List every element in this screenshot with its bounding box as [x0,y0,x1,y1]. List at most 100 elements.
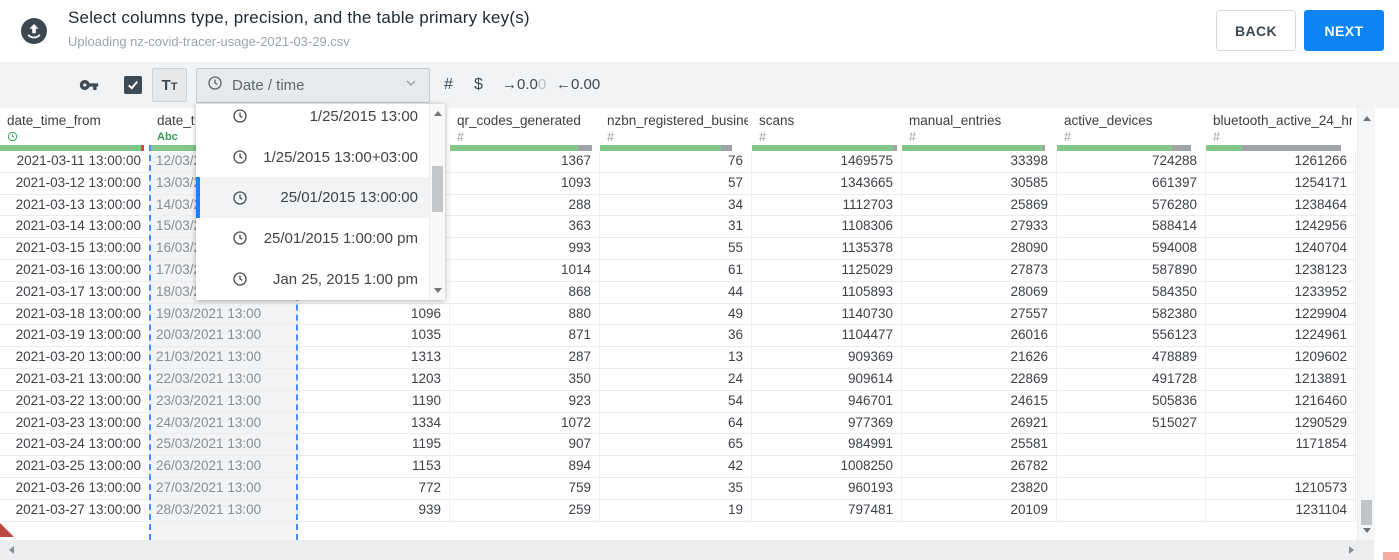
table-cell[interactable]: 25/03/2021 13:00 [150,434,300,456]
table-cell[interactable] [1057,477,1206,499]
table-cell[interactable]: 1135378 [752,238,902,259]
table-cell[interactable]: 22869 [902,368,1057,390]
table-cell[interactable]: 1229904 [1206,303,1356,325]
table-cell[interactable]: 24/03/2021 13:00 [150,412,300,434]
table-cell[interactable]: 57 [600,172,752,194]
decrease-precision-button[interactable]: →0.00 [502,62,546,108]
datetime-format-option[interactable]: 1/25/2015 13:00+03:00 [196,137,430,178]
table-cell[interactable]: 1190 [300,390,450,412]
table-cell[interactable]: 960193 [752,477,902,499]
table-cell[interactable]: 25581 [902,434,1057,456]
table-cell[interactable]: 2021-03-19 13:00:00 [0,325,150,347]
table-cell[interactable]: 2021-03-20 13:00:00 [0,347,150,368]
table-cell[interactable]: 759 [450,477,600,499]
table-cell[interactable]: 1213891 [1206,368,1356,390]
horizontal-scrollbar[interactable] [0,540,1374,560]
table-cell[interactable]: 1469575 [752,151,902,172]
table-cell[interactable]: 363 [450,216,600,238]
table-cell[interactable]: 44 [600,281,752,303]
table-cell[interactable]: 576280 [1057,194,1206,216]
table-cell[interactable]: 1014 [450,259,600,281]
text-type-button[interactable]: TT [152,68,187,102]
table-cell[interactable] [1057,456,1206,477]
table-cell[interactable]: 2021-03-27 13:00:00 [0,499,150,521]
table-cell[interactable]: 1231104 [1206,499,1356,521]
datetime-format-option[interactable]: 1/25/2015 13:00 [196,104,430,137]
datetime-format-option[interactable]: 25/01/2015 13:00:00 [196,177,430,219]
table-cell[interactable]: 1072 [450,412,600,434]
table-cell[interactable]: 515027 [1057,412,1206,434]
table-cell[interactable]: 923 [450,390,600,412]
table-cell[interactable]: 42 [600,456,752,477]
table-cell[interactable]: 909369 [752,347,902,368]
table-cell[interactable]: 1093 [450,172,600,194]
table-cell[interactable]: 491728 [1057,368,1206,390]
vertical-scrollbar-thumb[interactable] [1361,500,1372,525]
table-cell[interactable]: 28069 [902,281,1057,303]
table-cell[interactable]: 1096 [300,303,450,325]
column-header-nzbn_registered_busine[interactable]: nzbn_registered_busine # [600,108,752,145]
table-cell[interactable]: 350 [450,368,600,390]
table-cell[interactable]: 19/03/2021 13:00 [150,303,300,325]
table-cell[interactable]: 661397 [1057,172,1206,194]
table-cell[interactable]: 1238464 [1206,194,1356,216]
table-cell[interactable]: 993 [450,238,600,259]
table-cell[interactable]: 588414 [1057,216,1206,238]
datetime-format-option[interactable]: Jan 25, 2015 1:00 pm [196,259,430,300]
table-cell[interactable]: 582380 [1057,303,1206,325]
table-cell[interactable]: 797481 [752,499,902,521]
table-cell[interactable]: 556123 [1057,325,1206,347]
table-cell[interactable]: 24615 [902,390,1057,412]
table-cell[interactable]: 26921 [902,412,1057,434]
table-cell[interactable]: 1209602 [1206,347,1356,368]
next-button[interactable]: NEXT [1304,10,1384,51]
table-cell[interactable]: 1216460 [1206,390,1356,412]
table-cell[interactable]: 27/03/2021 13:00 [150,477,300,499]
table-cell[interactable]: 939 [300,499,450,521]
table-cell[interactable]: 1313 [300,347,450,368]
table-cell[interactable]: 23820 [902,477,1057,499]
table-cell[interactable]: 25869 [902,194,1057,216]
table-cell[interactable]: 1153 [300,456,450,477]
table-cell[interactable]: 21/03/2021 13:00 [150,347,300,368]
table-cell[interactable]: 287 [450,347,600,368]
datetime-format-dropdown[interactable]: Date / time [196,68,430,103]
table-cell[interactable]: 1240704 [1206,238,1356,259]
table-cell[interactable]: 1140730 [752,303,902,325]
table-cell[interactable]: 2021-03-23 13:00:00 [0,412,150,434]
table-cell[interactable]: 1367 [450,151,600,172]
table-cell[interactable]: 772 [300,477,450,499]
table-cell[interactable]: 2021-03-22 13:00:00 [0,390,150,412]
table-cell[interactable]: 1104477 [752,325,902,347]
table-cell[interactable]: 946701 [752,390,902,412]
table-cell[interactable]: 587890 [1057,259,1206,281]
table-cell[interactable]: 1035 [300,325,450,347]
table-cell[interactable]: 1233952 [1206,281,1356,303]
table-cell[interactable]: 977369 [752,412,902,434]
table-cell[interactable]: 65 [600,434,752,456]
column-header-active_devices[interactable]: active_devices # [1057,108,1206,145]
table-cell[interactable] [1057,434,1206,456]
table-cell[interactable]: 1210573 [1206,477,1356,499]
table-cell[interactable]: 54 [600,390,752,412]
table-cell[interactable]: 894 [450,456,600,477]
table-cell[interactable]: 505836 [1057,390,1206,412]
table-cell[interactable]: 1334 [300,412,450,434]
column-header-qr_codes_generated[interactable]: qr_codes_generated # [450,108,600,145]
table-cell[interactable]: 594008 [1057,238,1206,259]
column-header-scans[interactable]: scans # [752,108,902,145]
table-cell[interactable]: 49 [600,303,752,325]
table-cell[interactable]: 2021-03-24 13:00:00 [0,434,150,456]
table-cell[interactable]: 2021-03-26 13:00:00 [0,477,150,499]
table-cell[interactable]: 1195 [300,434,450,456]
table-cell[interactable]: 2021-03-16 13:00:00 [0,259,150,281]
menu-scroll-up-button[interactable] [430,107,445,120]
table-cell[interactable]: 23/03/2021 13:00 [150,390,300,412]
table-cell[interactable]: 1343665 [752,172,902,194]
table-cell[interactable]: 2021-03-25 13:00:00 [0,456,150,477]
number-type-button[interactable]: # [444,62,453,108]
table-cell[interactable]: 2021-03-11 13:00:00 [0,151,150,172]
table-cell[interactable]: 2021-03-12 13:00:00 [0,172,150,194]
table-cell[interactable]: 1242956 [1206,216,1356,238]
table-cell[interactable]: 19 [600,499,752,521]
